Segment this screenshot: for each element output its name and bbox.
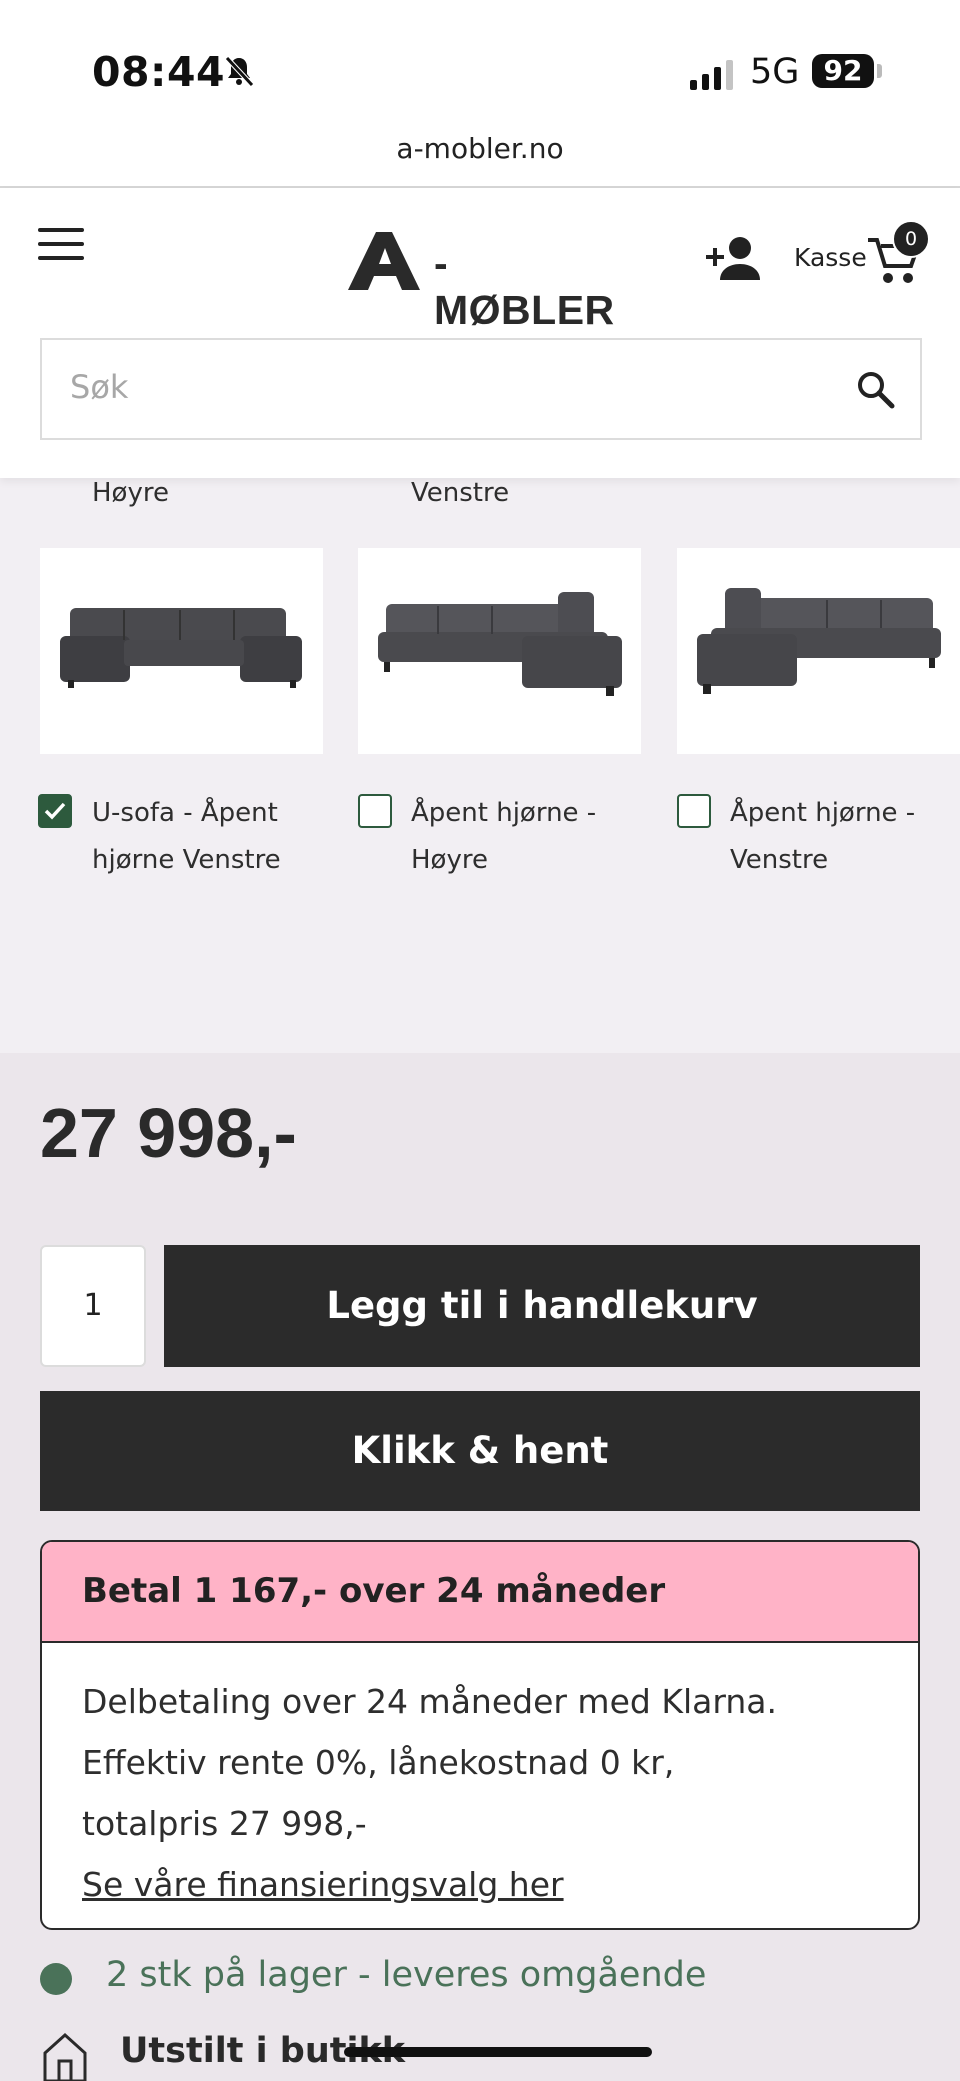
variant-label[interactable]: Åpent hjørne - Venstre: [730, 790, 940, 884]
cart-count-badge: 0: [892, 220, 930, 258]
financing-text-line: Effektiv rente 0%, lånekostnad 0 kr,: [82, 1743, 675, 1782]
variant-checkbox-checked[interactable]: [38, 794, 72, 828]
financing-text-line: Delbetaling over 24 måneder med Klarna.: [82, 1682, 777, 1721]
store-icon: [43, 2032, 87, 2081]
quantity-input[interactable]: 1: [40, 1245, 146, 1367]
financing-options-link[interactable]: Se våre finansieringsvalg her: [82, 1854, 878, 1915]
sofa-image: [697, 588, 941, 694]
checkout-label[interactable]: Kasse: [794, 243, 867, 272]
sofa-image: [378, 592, 622, 696]
variant-image-u-sofa[interactable]: [40, 548, 323, 754]
variant-image-open-corner-left[interactable]: [677, 548, 960, 754]
signal-icon: [690, 60, 733, 90]
site-logo[interactable]: -MØBLER: [344, 230, 614, 333]
logo-a-icon: [348, 232, 420, 290]
network-type: 5G: [750, 52, 800, 92]
financing-box: Betal 1 167,- over 24 måneder Delbetalin…: [40, 1540, 920, 1930]
variant-checkbox[interactable]: [358, 794, 392, 828]
financing-text-line: totalpris 27 998,-: [82, 1804, 367, 1843]
checkmark-icon: [44, 802, 66, 820]
click-and-collect-button[interactable]: Klikk & hent: [40, 1391, 920, 1511]
add-user-icon[interactable]: [704, 234, 764, 284]
search-icon[interactable]: [854, 368, 898, 412]
site-header: -MØBLER Kasse 0 Søk: [0, 188, 960, 478]
variant-label[interactable]: U-sofa - Åpent hjørne Venstre: [92, 790, 302, 884]
financing-headline: Betal 1 167,- over 24 måneder: [42, 1542, 918, 1643]
search-input[interactable]: Søk: [70, 368, 128, 406]
hamburger-menu-icon[interactable]: [38, 228, 84, 264]
browser-url-bar[interactable]: a-mobler.no: [0, 128, 960, 188]
previous-variant-label: Venstre: [411, 478, 510, 508]
purchase-panel: 27 998,- 1 Legg til i handlekurv Klikk &…: [0, 1053, 960, 2081]
battery-level: 92: [812, 54, 874, 88]
clock: 08:44: [92, 48, 226, 96]
url-text[interactable]: a-mobler.no: [0, 132, 960, 165]
product-price: 27 998,-: [40, 1094, 297, 1172]
sofa-image: [60, 608, 302, 688]
stock-text: 2 stk på lager - leveres omgående: [106, 1955, 707, 1995]
previous-variant-label: Høyre: [92, 478, 169, 508]
status-bar: 08:44 5G 92: [0, 0, 960, 130]
variant-image-open-corner-right[interactable]: [358, 548, 641, 754]
financing-details: Delbetaling over 24 måneder med Klarna. …: [42, 1643, 918, 1915]
variant-label[interactable]: Åpent hjørne - Høyre: [411, 790, 621, 884]
add-to-cart-button[interactable]: Legg til i handlekurv: [164, 1245, 920, 1367]
home-indicator[interactable]: [344, 2047, 652, 2057]
silent-bell-icon: [225, 56, 254, 87]
search-field[interactable]: Søk: [40, 338, 922, 440]
battery-icon: [877, 64, 882, 78]
variant-checkbox[interactable]: [677, 794, 711, 828]
in-stock-dot-icon: [40, 1963, 72, 1995]
logo-text: -MØBLER: [434, 240, 615, 333]
variant-selector: Høyre Venstre U-sofa - Åpent hjørne Vens…: [0, 478, 960, 1053]
